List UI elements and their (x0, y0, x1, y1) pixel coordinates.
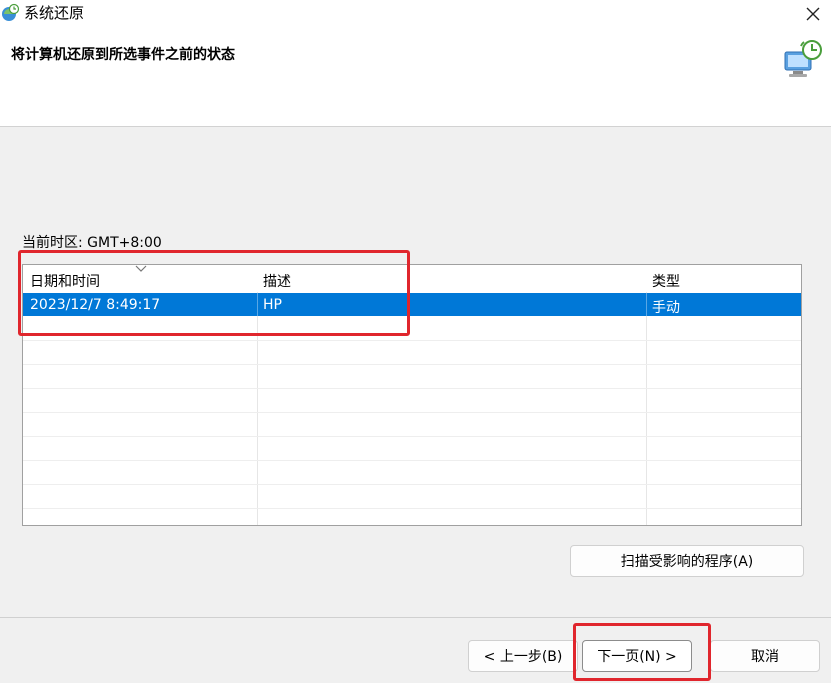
cell-divider (646, 293, 647, 316)
column-header-datetime[interactable]: 日期和时间 (30, 271, 100, 291)
cancel-button[interactable]: 取消 (710, 640, 820, 672)
row-divider (23, 364, 801, 365)
close-button[interactable] (795, 0, 831, 28)
row-divider (23, 436, 801, 437)
row-divider (23, 340, 801, 341)
system-restore-icon (2, 3, 20, 21)
system-restore-large-icon (784, 40, 822, 77)
cell-type: 手动 (652, 300, 680, 316)
cell-description: HP (263, 297, 282, 313)
cell-datetime: 2023/12/7 8:49:17 (30, 297, 161, 313)
column-header-type[interactable]: 类型 (652, 271, 680, 291)
restore-points-list[interactable]: 日期和时间 描述 类型 2023/12/7 8:49:17 HP 手动 (22, 264, 802, 526)
row-divider (23, 460, 801, 461)
wizard-header: 将计算机还原到所选事件之前的状态 (0, 30, 831, 127)
scan-affected-programs-button[interactable]: 扫描受影响的程序(A) (570, 545, 804, 577)
row-divider (23, 508, 801, 509)
cell-divider (257, 293, 258, 316)
row-divider (23, 412, 801, 413)
column-header-description[interactable]: 描述 (263, 271, 291, 291)
page-title: 将计算机还原到所选事件之前的状态 (11, 47, 235, 63)
row-divider (23, 484, 801, 485)
back-button[interactable]: < 上一步(B) (468, 640, 578, 672)
row-divider (23, 388, 801, 389)
list-header: 日期和时间 描述 类型 (23, 265, 801, 292)
table-row-selected[interactable]: 2023/12/7 8:49:17 HP 手动 (23, 293, 801, 316)
close-icon (806, 7, 820, 21)
title-bar: 系统还原 (0, 0, 831, 30)
window-title: 系统还原 (24, 4, 85, 22)
next-button[interactable]: 下一页(N) > (582, 640, 692, 672)
timezone-label: 当前时区: GMT+8:00 (22, 235, 162, 251)
sort-chevron-icon (135, 265, 147, 272)
footer-divider (0, 617, 831, 618)
